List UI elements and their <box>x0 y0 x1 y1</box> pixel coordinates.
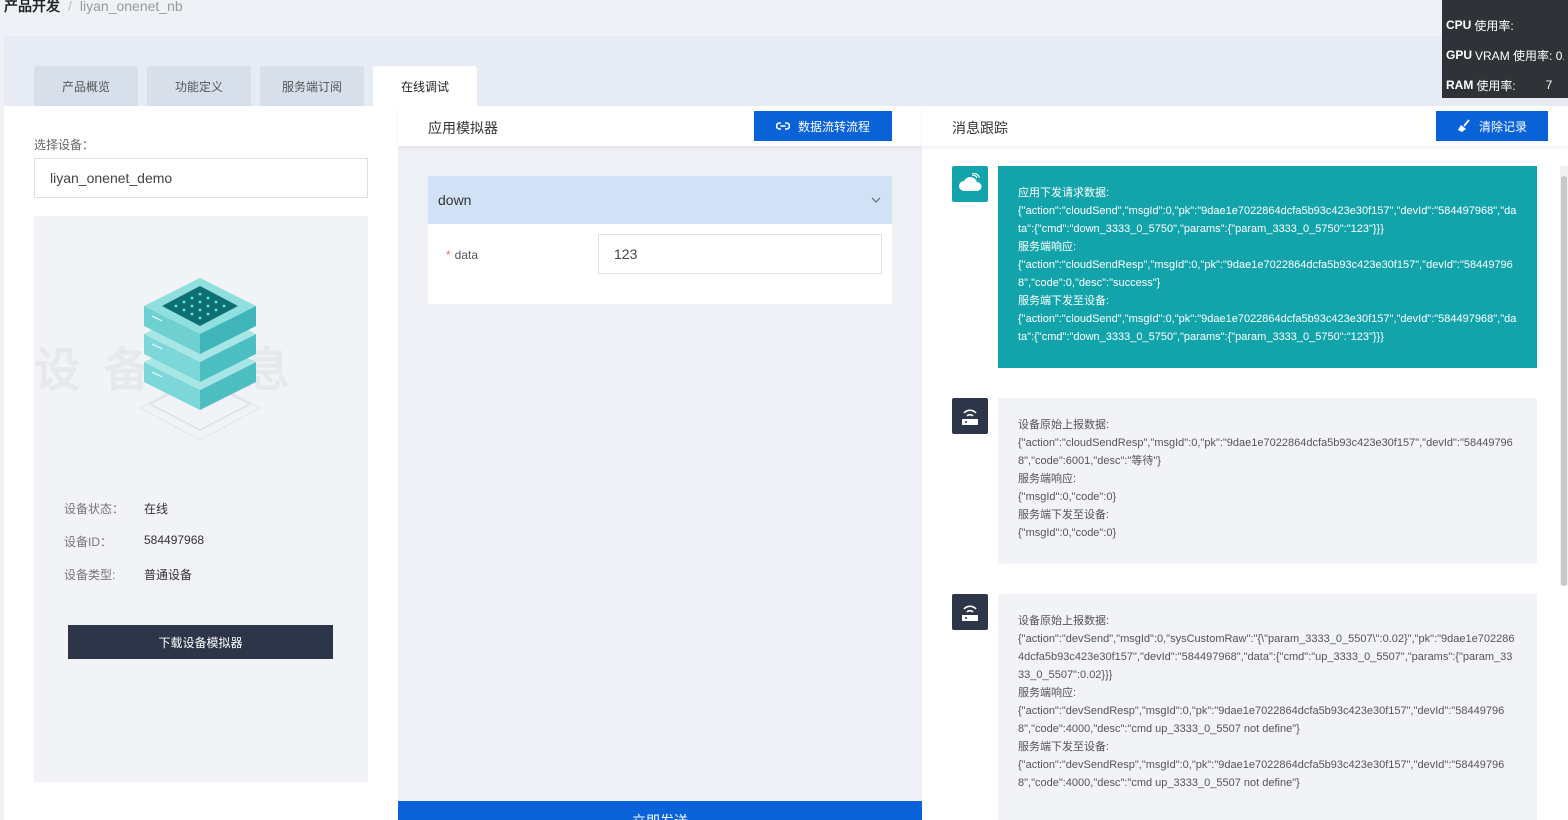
message-trace-title: 消息跟踪 <box>952 120 1008 136</box>
command-name: down <box>438 192 472 208</box>
select-device-label: 选择设备： <box>34 138 95 152</box>
message-cloud-send: 应用下发请求数据: {"action":"cloudSend","msgId":… <box>998 166 1537 368</box>
tab-server-subscription[interactable]: 服务端订阅 <box>260 66 364 106</box>
download-simulator-button[interactable]: 下载设备模拟器 <box>68 625 333 659</box>
tab-online-debug[interactable]: 在线调试 <box>373 66 477 106</box>
ram-label: RAM <box>1446 78 1474 92</box>
data-flow-button[interactable]: 数据流转流程 <box>754 111 892 141</box>
app-simulator-title: 应用模拟器 <box>428 120 498 136</box>
app-simulator-panel: 应用模拟器 数据流转流程 down *data 123 立即发送 <box>398 106 922 820</box>
device-select[interactable]: liyan_onenet_demo <box>34 158 368 198</box>
chevron-down-icon <box>871 197 881 203</box>
data-field-label: * data <box>446 248 478 262</box>
message-device-report-2: 设备原始上报数据: {"action":"devSend","msgId":0,… <box>998 594 1537 820</box>
clear-records-button[interactable]: 清除记录 <box>1436 111 1548 141</box>
message-line: 设备原始上报数据: <box>1018 419 1110 431</box>
broom-icon <box>1457 119 1470 132</box>
data-field-input[interactable]: 123 <box>598 234 882 274</box>
message-trace-header: 消息跟踪 清除记录 <box>922 106 1568 146</box>
message-line: {"action":"devSend","msgId":0,"sysCustom… <box>1018 633 1515 681</box>
message-line: 服务端响应: <box>1018 241 1077 253</box>
required-asterisk: * <box>446 248 451 262</box>
cpu-usage: CPU 使用率: <box>1446 10 1564 40</box>
cloud-icon <box>952 166 988 202</box>
tab-function-definition[interactable]: 功能定义 <box>147 66 251 106</box>
message-line: 服务端下发至设备: <box>1018 295 1110 307</box>
command-params: * data 123 <box>428 224 892 304</box>
tab-product-overview[interactable]: 产品概览 <box>34 66 138 106</box>
device-id-row: 设备ID： 584497968 <box>64 533 204 550</box>
app-simulator-header: 应用模拟器 数据流转流程 <box>398 106 922 146</box>
server-stack-illustration <box>138 278 262 441</box>
message-line: {"action":"devSendResp","msgId":0,"pk":"… <box>1018 759 1505 789</box>
data-field-label-text: data <box>454 248 479 262</box>
breadcrumb: 产品开发 / liyan_onenet_nb <box>4 0 183 16</box>
device-panel: 选择设备： liyan_onenet_demo 设备信息 <box>4 106 398 820</box>
tabs-bar: 产品概览 功能定义 服务端订阅 在线调试 <box>4 36 1568 106</box>
command-collapse-header[interactable]: down <box>428 176 892 224</box>
message-line: 服务端下发至设备: <box>1018 509 1110 521</box>
message-line: {"action":"cloudSendResp","msgId":0,"pk"… <box>1018 259 1513 289</box>
link-icon <box>775 122 790 130</box>
gpu-label: GPU <box>1446 48 1473 62</box>
device-id-value: 584497968 <box>144 533 205 547</box>
message-device-report-1: 设备原始上报数据: {"action":"cloudSendResp","msg… <box>998 398 1537 564</box>
device-type-row: 设备类型: 普通设备 <box>64 566 192 583</box>
message-line: {"action":"cloudSend","msgId":0,"pk":"9d… <box>1018 313 1517 343</box>
ram-value: 7 <box>1545 78 1553 92</box>
cpu-suffix: 使用率: <box>1474 18 1514 33</box>
device-status-label: 设备状态： <box>64 502 125 516</box>
device-id-label: 设备ID： <box>64 535 113 549</box>
router-icon <box>952 398 988 434</box>
device-type-value: 普通设备 <box>144 568 193 582</box>
message-line: {"msgId":0,"code":0} <box>1018 491 1117 503</box>
clear-records-label: 清除记录 <box>1478 119 1527 134</box>
breadcrumb-separator: / <box>68 0 72 14</box>
device-info-card: 设备信息 <box>34 216 368 782</box>
message-line: 应用下发请求数据: <box>1018 187 1110 199</box>
message-line: {"msgId":0,"code":0} <box>1018 527 1117 539</box>
message-line: {"action":"devSendResp","msgId":0,"pk":"… <box>1018 705 1505 735</box>
message-line: {"action":"cloudSendResp","msgId":0,"pk"… <box>1018 437 1513 467</box>
cpu-label: CPU <box>1446 18 1472 32</box>
device-type-label: 设备类型: <box>64 568 116 582</box>
device-status-row: 设备状态： 在线 <box>64 500 168 517</box>
message-trace-panel: 消息跟踪 清除记录 应用下发请求数据: {"action":"cloudSend… <box>922 106 1568 820</box>
message-line: {"action":"cloudSend","msgId":0,"pk":"9d… <box>1018 205 1517 235</box>
ram-suffix: 使用率: <box>1476 78 1516 93</box>
data-flow-label: 数据流转流程 <box>797 119 870 134</box>
system-usage-overlay: CPU 使用率: GPU VRAM 使用率: 0. RAM 使用率: 7 <box>1442 0 1568 98</box>
message-line: 服务端响应: <box>1018 687 1077 699</box>
router-icon <box>952 594 988 630</box>
ram-usage: RAM 使用率: 7 <box>1446 70 1564 100</box>
gpu-suffix: VRAM 使用率: 0. <box>1475 48 1564 63</box>
breadcrumb-product-dev[interactable]: 产品开发 <box>4 0 60 14</box>
message-line: 服务端下发至设备: <box>1018 741 1110 753</box>
send-now-button[interactable]: 立即发送 <box>398 801 922 820</box>
breadcrumb-product-name: liyan_onenet_nb <box>79 0 183 14</box>
message-scrollbar-thumb[interactable] <box>1561 176 1567 586</box>
message-line: 服务端响应: <box>1018 473 1077 485</box>
message-line: 设备原始上报数据: <box>1018 615 1110 627</box>
gpu-usage: GPU VRAM 使用率: 0. <box>1446 40 1564 70</box>
device-status-value: 在线 <box>144 502 169 516</box>
